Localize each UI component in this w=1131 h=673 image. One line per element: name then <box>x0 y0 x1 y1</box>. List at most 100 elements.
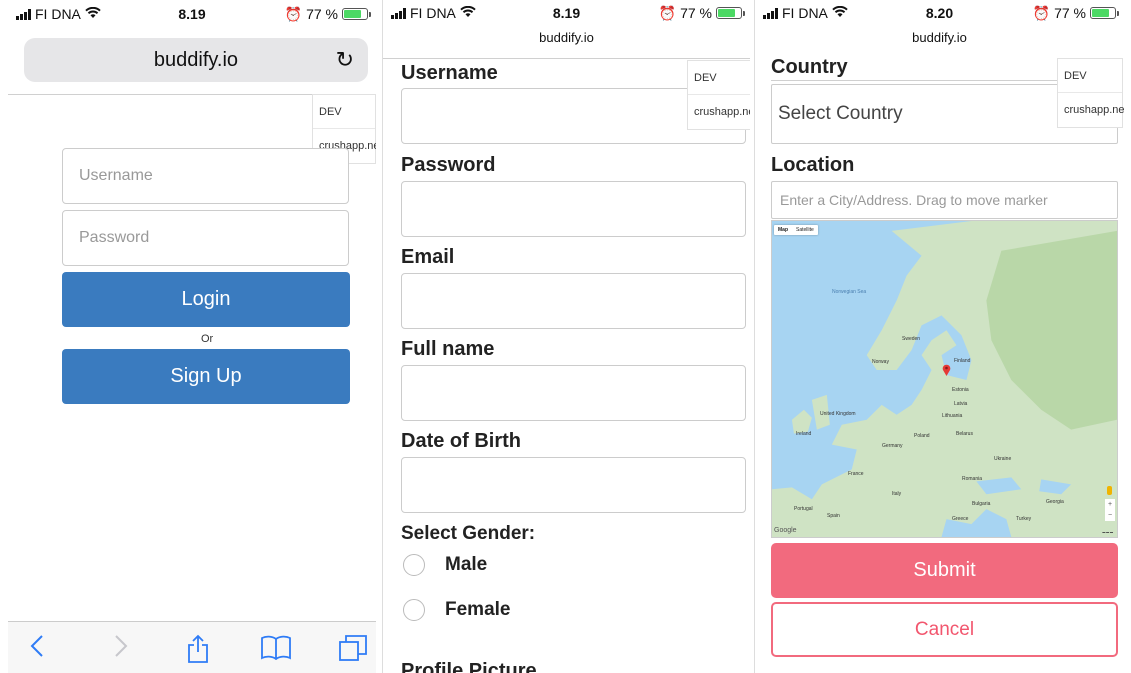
clock: 8.19 <box>178 6 206 22</box>
or-label: Or <box>201 333 214 345</box>
status-bar: FI DNA 8.19 ⏰ 77 % <box>8 0 376 28</box>
cancel-button[interactable]: Cancel <box>771 602 1118 657</box>
password-input[interactable]: Password <box>62 210 349 266</box>
alarm-icon: ⏰ <box>658 4 677 21</box>
country-label: Country <box>771 56 848 78</box>
map-label: Finland <box>954 358 971 364</box>
location-map[interactable]: Map Satellite Norwegian Sea Sweden Norwa… <box>771 220 1118 538</box>
wifi-icon <box>460 5 476 21</box>
map-label: Poland <box>914 433 930 439</box>
submit-button[interactable]: Submit <box>771 543 1118 598</box>
satellite-tab[interactable]: Satellite <box>792 225 818 235</box>
map-land <box>772 221 1117 537</box>
map-label: Lithuania <box>942 413 963 419</box>
map-label: Italy <box>892 491 902 497</box>
map-label: Ukraine <box>994 456 1012 462</box>
password-label: Password <box>401 154 496 176</box>
map-label: Norwegian Sea <box>832 289 867 295</box>
wifi-icon <box>85 6 101 22</box>
battery-percent: 77 % <box>1054 5 1086 21</box>
carrier-label: FI DNA <box>782 5 828 21</box>
battery-percent: 77 % <box>680 5 712 21</box>
google-logo: Google <box>774 527 797 534</box>
map-label: Germany <box>882 443 903 449</box>
dev-menu-item[interactable]: DEV <box>1058 59 1122 93</box>
map-label: Norway <box>872 359 889 365</box>
zoom-control[interactable]: + − <box>1105 499 1115 521</box>
domain-label: buddify.io <box>912 30 967 45</box>
dev-menu-item[interactable]: DEV <box>688 61 750 95</box>
phone-login-screen: FI DNA 8.19 ⏰ 77 % buddify.io ↻ DEV crus… <box>8 0 376 673</box>
login-button[interactable]: Login <box>62 272 350 327</box>
map-label: United Kingdom <box>820 411 856 417</box>
dob-input[interactable] <box>401 457 746 513</box>
wifi-icon <box>832 5 848 21</box>
gender-male-label: Male <box>445 554 488 575</box>
gender-label: Select Gender: <box>401 523 536 544</box>
profile-picture-label: Profile Picture <box>401 660 537 673</box>
map-label: Georgia <box>1046 499 1064 505</box>
phone-location-form: FI DNA 8.20 ⏰ 77 % buddify.io Country Se… <box>754 0 1124 673</box>
map-label: Sweden <box>902 336 921 342</box>
map-type-tabs[interactable]: Map Satellite <box>774 225 818 235</box>
address-bar[interactable]: buddify.io ↻ <box>24 38 368 82</box>
map-label: Bulgaria <box>972 501 991 507</box>
gender-female-radio[interactable] <box>403 599 425 621</box>
domain-label: buddify.io <box>153 48 239 71</box>
status-bar: FI DNA 8.20 ⏰ 77 % <box>755 0 1124 26</box>
dob-label: Date of Birth <box>401 430 521 452</box>
signup-button[interactable]: Sign Up <box>62 349 350 404</box>
map-label: Ireland <box>796 431 812 437</box>
map-label: Turkey <box>1016 516 1032 522</box>
map-label: Romania <box>962 476 983 482</box>
gender-male-radio[interactable] <box>403 554 425 576</box>
signal-icon <box>16 8 31 20</box>
fullname-label: Full name <box>401 338 495 360</box>
back-icon[interactable] <box>30 634 44 665</box>
bookmarks-icon[interactable] <box>260 634 292 667</box>
email-label: Email <box>401 246 455 268</box>
domain-label: buddify.io <box>539 30 594 45</box>
carrier-label: FI DNA <box>35 6 81 22</box>
browser-toolbar <box>8 621 376 673</box>
dev-menu-item[interactable]: crushapp.net <box>1058 93 1124 127</box>
password-input[interactable] <box>401 181 746 237</box>
forward-icon[interactable] <box>114 634 128 665</box>
username-label: Username <box>401 62 498 84</box>
map-attribution-icon: ▬ ▬ ▬ <box>1102 530 1113 534</box>
map-label: Latvia <box>954 401 968 407</box>
map-label: France <box>848 471 864 477</box>
fullname-input[interactable] <box>401 365 746 421</box>
location-label: Location <box>771 154 855 176</box>
dev-menu: DEV crushapp.net <box>1057 58 1124 128</box>
location-marker-icon[interactable] <box>942 364 951 376</box>
battery-icon <box>342 8 371 20</box>
username-input[interactable]: Username <box>62 148 349 204</box>
street-view-icon[interactable] <box>1107 486 1112 495</box>
signal-icon <box>763 7 778 19</box>
clock: 8.19 <box>552 5 581 21</box>
map-label: Greece <box>952 516 969 522</box>
gender-female-label: Female <box>445 599 511 620</box>
location-input[interactable]: Enter a City/Address. Drag to move marke… <box>771 181 1118 219</box>
dev-menu: DEV crushapp.net <box>687 60 750 130</box>
carrier-label: FI DNA <box>410 5 456 21</box>
map-label: Portugal <box>794 506 813 512</box>
status-bar: FI DNA 8.19 ⏰ 77 % <box>383 0 750 26</box>
share-icon[interactable] <box>186 634 210 671</box>
battery-icon <box>716 7 745 19</box>
map-tab[interactable]: Map <box>774 225 792 235</box>
battery-percent: 77 % <box>306 6 338 22</box>
map-label: Spain <box>827 513 840 519</box>
dev-menu-item[interactable]: crushapp.net <box>688 95 750 129</box>
clock: 8.20 <box>925 5 954 21</box>
map-label: Estonia <box>952 387 969 393</box>
signal-icon <box>391 7 406 19</box>
phone-signup-form: FI DNA 8.19 ⏰ 77 % buddify.io Username P… <box>382 0 750 673</box>
tabs-icon[interactable] <box>338 634 368 669</box>
dev-menu-item[interactable]: DEV <box>313 95 375 129</box>
alarm-icon: ⏰ <box>284 5 303 22</box>
email-input[interactable] <box>401 273 746 329</box>
battery-icon <box>1090 7 1119 19</box>
reload-icon[interactable]: ↻ <box>336 47 354 73</box>
